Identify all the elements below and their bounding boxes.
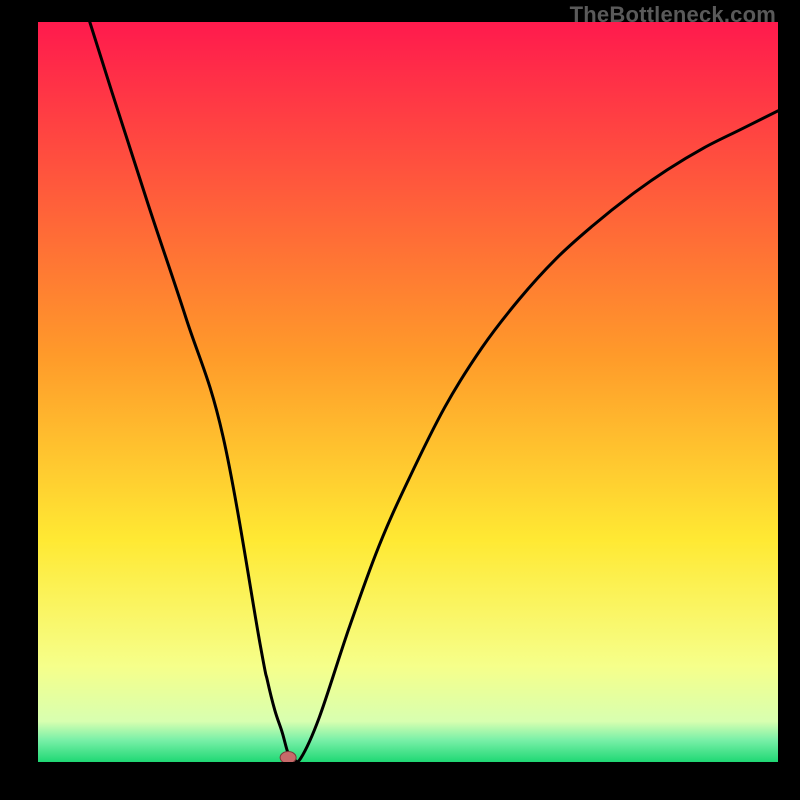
min-marker [280, 752, 296, 762]
chart-svg [38, 22, 778, 762]
plot-area [38, 22, 778, 762]
chart-frame: TheBottleneck.com [0, 0, 800, 800]
gradient-background [38, 22, 778, 762]
